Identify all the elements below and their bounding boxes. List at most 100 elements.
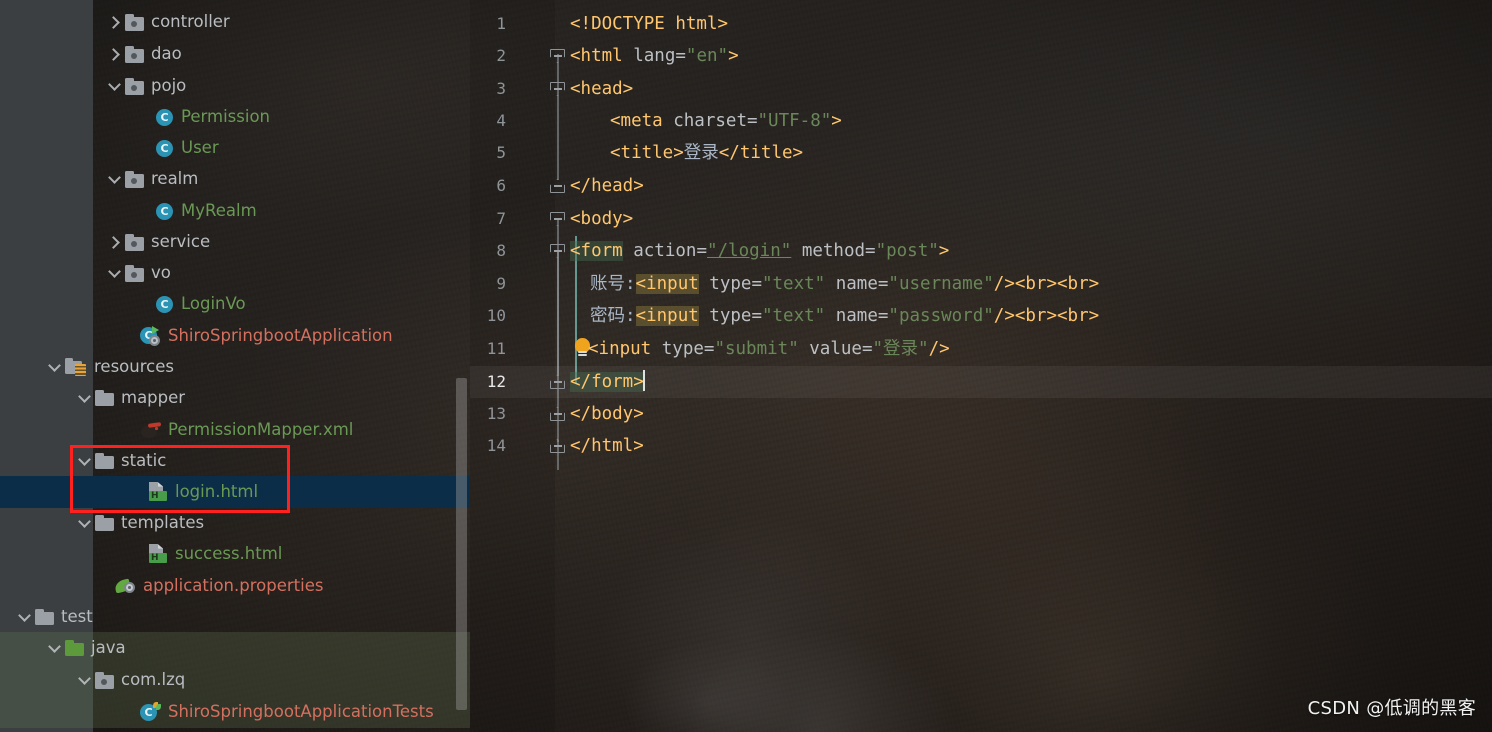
tree-item-user[interactable]: C User bbox=[0, 132, 470, 164]
line-number: 11 bbox=[486, 339, 506, 358]
code-line-2[interactable]: 2 <html lang="en"> bbox=[470, 40, 1492, 72]
tree-item-shirospringbootapplication[interactable]: C ShiroSpringbootApplication bbox=[0, 320, 470, 352]
tree-item-login-html[interactable]: H login.html bbox=[0, 476, 470, 508]
token-value: "登录" bbox=[872, 339, 929, 359]
token-attr: charset= bbox=[662, 111, 758, 131]
project-tree[interactable]: controller dao pojo C Permission C User … bbox=[0, 0, 470, 732]
chevron-down-icon[interactable] bbox=[45, 357, 65, 377]
chevron-down-icon[interactable] bbox=[105, 76, 125, 96]
token-value-link[interactable]: "/login" bbox=[707, 241, 791, 261]
token-selfclose: /> bbox=[993, 274, 1015, 294]
tree-item-java[interactable]: java bbox=[0, 632, 470, 664]
chevron-right-icon[interactable] bbox=[105, 232, 125, 252]
package-folder-icon bbox=[125, 77, 144, 95]
tree-item-mapper[interactable]: mapper bbox=[0, 382, 470, 414]
code-line-6[interactable]: 6 </head> bbox=[470, 170, 1492, 202]
tree-item-application-properties[interactable]: application.properties bbox=[0, 570, 470, 602]
tree-item-realm[interactable]: realm bbox=[0, 163, 470, 195]
tree-item-permission[interactable]: C Permission bbox=[0, 101, 470, 133]
tree-item-label: pojo bbox=[151, 75, 187, 95]
tree-item-success-html[interactable]: H success.html bbox=[0, 538, 470, 570]
chevron-down-icon[interactable] bbox=[75, 670, 95, 690]
code-content: <meta charset="UTF-8"> bbox=[610, 105, 842, 137]
spring-test-icon: C bbox=[140, 702, 161, 722]
fold-toggle-icon[interactable] bbox=[550, 82, 566, 96]
code-line-14[interactable]: 14 </html> bbox=[470, 430, 1492, 462]
code-content: </form> bbox=[570, 366, 645, 398]
token-attr: type= bbox=[698, 306, 762, 326]
chevron-down-icon[interactable] bbox=[75, 513, 95, 533]
token-tag: <input bbox=[588, 339, 652, 359]
code-line-8[interactable]: 8 <form action="/login" method="post"> bbox=[470, 235, 1492, 267]
tree-item-myrealm[interactable]: C MyRealm bbox=[0, 195, 470, 227]
token-gt: > bbox=[831, 111, 842, 131]
code-content: </body> bbox=[570, 398, 644, 430]
token-attr: action= bbox=[622, 241, 707, 261]
token-text-label: 密码: bbox=[590, 306, 636, 326]
code-line-10[interactable]: 10 密码:<input type="text" name="password"… bbox=[470, 300, 1492, 332]
tree-item-service[interactable]: service bbox=[0, 226, 470, 258]
chevron-right-icon[interactable] bbox=[105, 44, 125, 64]
chevron-right-icon[interactable] bbox=[105, 12, 125, 32]
tree-item-com-lzq[interactable]: com.lzq bbox=[0, 664, 470, 696]
text-caret bbox=[642, 370, 645, 391]
tree-item-pojo[interactable]: pojo bbox=[0, 70, 470, 102]
token-attr: type= bbox=[651, 339, 715, 359]
chevron-down-icon[interactable] bbox=[45, 638, 65, 658]
spring-properties-icon bbox=[113, 577, 136, 595]
tree-item-label: login.html bbox=[175, 481, 259, 501]
tree-item-static[interactable]: static bbox=[0, 445, 470, 477]
tree-item-label: dao bbox=[151, 43, 182, 63]
code-line-11[interactable]: 11 <input type="submit" value="登录"/> bbox=[470, 333, 1492, 365]
mybatis-xml-icon bbox=[140, 421, 162, 439]
fold-toggle-icon[interactable] bbox=[550, 212, 566, 226]
tree-item-controller[interactable]: controller bbox=[0, 6, 470, 38]
code-line-4[interactable]: 4 <meta charset="UTF-8"> bbox=[470, 105, 1492, 137]
tree-item-label: ShiroSpringbootApplication bbox=[168, 325, 393, 345]
chevron-down-icon[interactable] bbox=[105, 263, 125, 283]
fold-toggle-icon[interactable] bbox=[550, 407, 566, 421]
project-tree-scrollbar[interactable] bbox=[456, 378, 467, 710]
token-br: <br><br> bbox=[1014, 274, 1100, 294]
java-class-icon: C bbox=[155, 108, 174, 127]
chevron-down-icon[interactable] bbox=[75, 388, 95, 408]
tree-item-label: Permission bbox=[181, 106, 270, 126]
watermark-text: CSDN @低调的黑客 bbox=[1307, 698, 1476, 719]
code-editor[interactable]: 1 <!DOCTYPE html> 2 <html lang="en"> 3 <… bbox=[470, 0, 1492, 732]
chevron-down-icon[interactable] bbox=[75, 451, 95, 471]
tree-item-label: resources bbox=[94, 356, 174, 376]
code-line-13[interactable]: 13 </body> bbox=[470, 398, 1492, 430]
no-chevron bbox=[135, 107, 155, 127]
code-content: <body> bbox=[570, 203, 633, 235]
fold-toggle-icon[interactable] bbox=[550, 49, 566, 63]
token-doctype: <!DOCTYPE html> bbox=[570, 14, 729, 34]
tree-item-shirospringbootapplicationtests[interactable]: C ShiroSpringbootApplicationTests bbox=[0, 696, 470, 728]
token-tag: </html> bbox=[570, 436, 644, 456]
fold-toggle-icon[interactable] bbox=[550, 375, 566, 389]
tree-item-label: LoginVo bbox=[181, 293, 246, 313]
html-file-icon: H bbox=[148, 482, 168, 502]
token-attr: name= bbox=[825, 306, 889, 326]
code-line-9[interactable]: 9 账号:<input type="text" name="username"/… bbox=[470, 268, 1492, 300]
tree-item-vo[interactable]: vo bbox=[0, 257, 470, 289]
fold-toggle-icon[interactable] bbox=[550, 439, 566, 453]
tree-item-permissionmapper-xml[interactable]: PermissionMapper.xml bbox=[0, 414, 470, 446]
code-line-7[interactable]: 7 <body> bbox=[470, 203, 1492, 235]
chevron-down-icon[interactable] bbox=[15, 607, 35, 627]
html-file-icon: H bbox=[148, 544, 168, 564]
token-tag: <body> bbox=[570, 209, 634, 229]
fold-toggle-icon[interactable] bbox=[550, 179, 566, 193]
code-line-3[interactable]: 3 <head> bbox=[470, 73, 1492, 105]
tree-item-templates[interactable]: templates bbox=[0, 507, 470, 539]
code-content: <input type="submit" value="登录"/> bbox=[588, 333, 950, 365]
code-line-1[interactable]: 1 <!DOCTYPE html> bbox=[470, 8, 1492, 40]
tree-item-loginvo[interactable]: C LoginVo bbox=[0, 288, 470, 320]
fold-toggle-icon[interactable] bbox=[550, 244, 566, 258]
tree-item-dao[interactable]: dao bbox=[0, 38, 470, 70]
tree-item-test[interactable]: test bbox=[0, 601, 470, 633]
tree-item-resources[interactable]: resources bbox=[0, 351, 470, 383]
code-line-12[interactable]: 12 </form> bbox=[470, 366, 1492, 398]
chevron-down-icon[interactable] bbox=[105, 169, 125, 189]
code-line-5[interactable]: 5 <title>登录</title> bbox=[470, 137, 1492, 169]
token-text-label: 账号: bbox=[590, 274, 636, 294]
